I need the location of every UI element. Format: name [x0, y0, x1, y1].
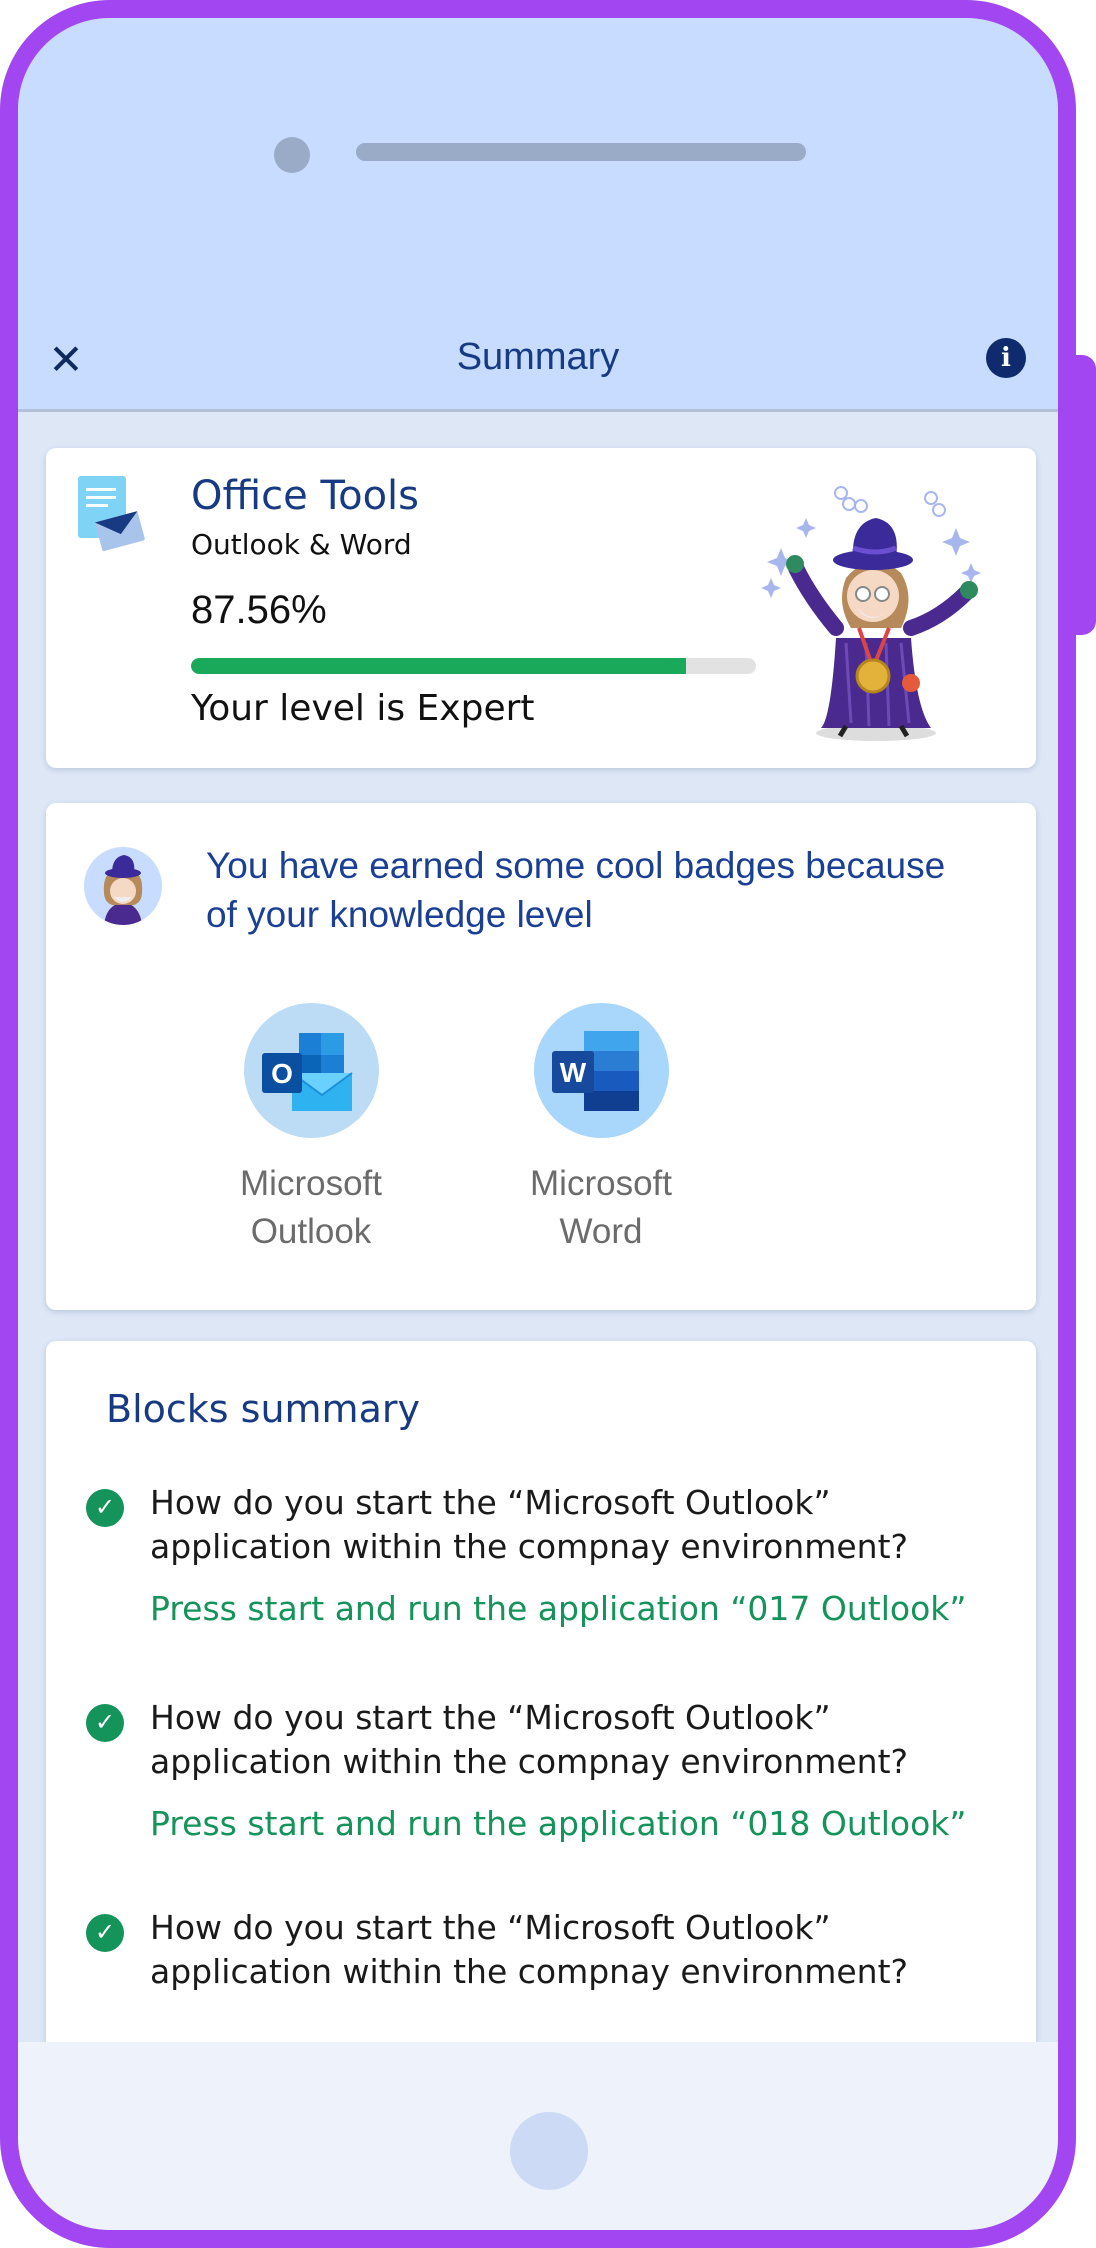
course-progress-card: Office Tools Outlook & Word 87.56% Your … — [46, 448, 1036, 768]
svg-text:O: O — [271, 1058, 293, 1089]
question-text: How do you start the “Microsoft Outlook”… — [150, 1483, 909, 1566]
page-title: Summary — [456, 336, 620, 378]
phone-top-bezel — [18, 18, 1058, 318]
word-icon: W — [551, 1031, 639, 1111]
app-header: ✕ Summary i — [18, 318, 1058, 412]
answer-text: Press start and run the application “017… — [150, 1589, 967, 1628]
svg-text:W: W — [559, 1057, 586, 1088]
list-item[interactable]: ✓ How do you start the “Microsoft Outloo… — [86, 1906, 1006, 1994]
info-icon[interactable]: i — [986, 338, 1026, 378]
question-text: How do you start the “Microsoft Outlook”… — [150, 1698, 909, 1781]
course-title: Office Tools — [191, 473, 420, 519]
badge-label: Microsoft Word — [530, 1164, 672, 1251]
badges-message: You have earned some cool badges because… — [206, 845, 946, 935]
document-mail-icon — [78, 476, 145, 551]
check-circle-icon: ✓ — [86, 1704, 124, 1742]
list-item[interactable]: ✓ How do you start the “Microsoft Outloo… — [86, 1696, 1006, 1846]
home-button[interactable] — [510, 2112, 588, 2190]
speaker-grille — [356, 143, 806, 161]
badge-outlook[interactable]: O Microsoft Outlook — [201, 1003, 421, 1256]
score-progress-bar — [191, 658, 756, 674]
course-subtitle: Outlook & Word — [191, 528, 412, 561]
phone-frame: ✕ Summary i Office Tools Outlook & Word … — [0, 0, 1076, 2248]
list-item[interactable]: ✓ How do you start the “Microsoft Outloo… — [86, 1481, 1006, 1631]
check-circle-icon: ✓ — [86, 1914, 124, 1952]
level-text: Your level is Expert — [191, 688, 535, 729]
camera-icon — [274, 137, 310, 173]
blocks-summary-title: Blocks summary — [106, 1387, 420, 1431]
badge-label: Microsoft Outlook — [240, 1164, 382, 1251]
question-text: How do you start the “Microsoft Outlook”… — [150, 1908, 909, 1991]
badges-card: You have earned some cool badges because… — [46, 803, 1036, 1310]
blocks-summary-card: Blocks summary ✓ How do you start the “M… — [46, 1341, 1036, 2061]
avatar — [84, 847, 162, 925]
badge-circle[interactable]: W — [533, 1003, 669, 1138]
badge-circle[interactable]: O — [243, 1003, 379, 1138]
phone-bottom-bezel — [18, 2042, 1058, 2230]
wizard-mascot-illustration — [761, 486, 981, 741]
answer-text: Press start and run the application “018… — [150, 1804, 967, 1843]
check-circle-icon: ✓ — [86, 1489, 124, 1527]
score-progress-fill — [191, 658, 686, 674]
outlook-icon: O — [261, 1033, 353, 1111]
badge-word[interactable]: W Microsoft Word — [491, 1003, 711, 1256]
score-percent: 87.56% — [191, 588, 327, 632]
